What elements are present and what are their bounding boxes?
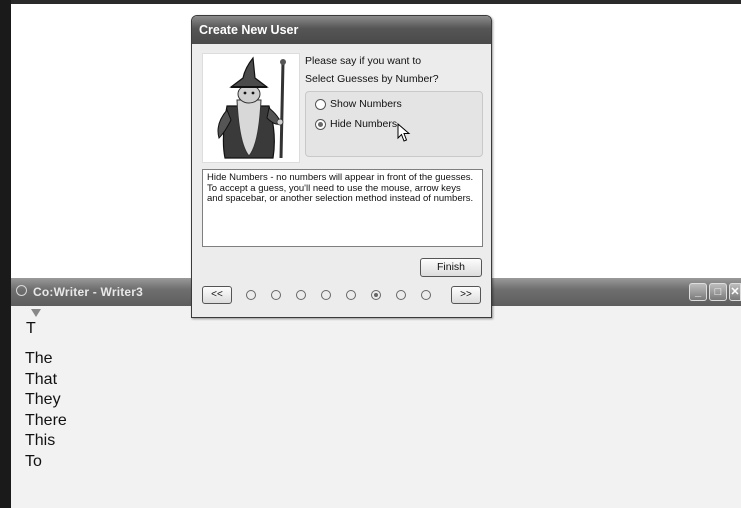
minimize-button[interactable]: _ bbox=[689, 283, 707, 301]
page-dot[interactable] bbox=[346, 290, 356, 300]
mouse-cursor-icon bbox=[397, 122, 411, 148]
prompt-line: Please say if you want to bbox=[305, 55, 422, 67]
option-description: Hide Numbers - no numbers will appear in… bbox=[202, 169, 483, 247]
create-user-dialog: Create New User Please say if you want t… bbox=[191, 15, 492, 318]
prediction-item[interactable]: To bbox=[25, 452, 67, 473]
show-numbers-radio[interactable] bbox=[315, 98, 326, 110]
cowriter-prediction-area bbox=[11, 306, 741, 508]
prediction-item[interactable]: That bbox=[25, 370, 67, 391]
insertion-marker-icon bbox=[31, 309, 41, 317]
number-option-group: Show Numbers Hide Numbers bbox=[305, 91, 483, 157]
dialog-titlebar[interactable]: Create New User bbox=[192, 16, 491, 44]
hide-numbers-radio[interactable] bbox=[315, 118, 326, 130]
page-dot[interactable] bbox=[421, 290, 431, 300]
show-numbers-label[interactable]: Show Numbers bbox=[330, 98, 402, 110]
page-dot[interactable] bbox=[396, 290, 406, 300]
close-button[interactable]: ✕ bbox=[729, 283, 741, 301]
finish-button[interactable]: Finish bbox=[420, 258, 482, 277]
dialog-prompt: Please say if you want to Select Guesses… bbox=[305, 52, 439, 88]
page-dot[interactable] bbox=[321, 290, 331, 300]
cowriter-app-icon bbox=[16, 285, 27, 296]
prediction-item[interactable]: This bbox=[25, 431, 67, 452]
previous-page-button[interactable]: << bbox=[202, 286, 232, 304]
typed-text: T bbox=[26, 320, 36, 337]
show-numbers-option[interactable]: Show Numbers bbox=[315, 98, 402, 110]
prediction-item[interactable]: There bbox=[25, 411, 67, 432]
page-dot[interactable] bbox=[246, 290, 256, 300]
page-dot[interactable] bbox=[296, 290, 306, 300]
prediction-list: The That They There This To bbox=[25, 349, 67, 473]
screen-frame-left bbox=[0, 0, 11, 508]
wizard-illustration bbox=[202, 53, 300, 163]
page-dot[interactable] bbox=[271, 290, 281, 300]
hide-numbers-option[interactable]: Hide Numbers bbox=[315, 118, 397, 130]
hide-numbers-label[interactable]: Hide Numbers bbox=[330, 118, 397, 130]
next-page-button[interactable]: >> bbox=[451, 286, 481, 304]
maximize-button[interactable]: □ bbox=[709, 283, 727, 301]
page-dot-current[interactable] bbox=[371, 290, 381, 300]
cowriter-window-title: Co:Writer - Writer3 bbox=[33, 285, 144, 299]
prediction-item[interactable]: They bbox=[25, 390, 67, 411]
prediction-item[interactable]: The bbox=[25, 349, 67, 370]
prompt-line: Select Guesses by Number? bbox=[305, 73, 439, 85]
dialog-title: Create New User bbox=[199, 23, 299, 37]
